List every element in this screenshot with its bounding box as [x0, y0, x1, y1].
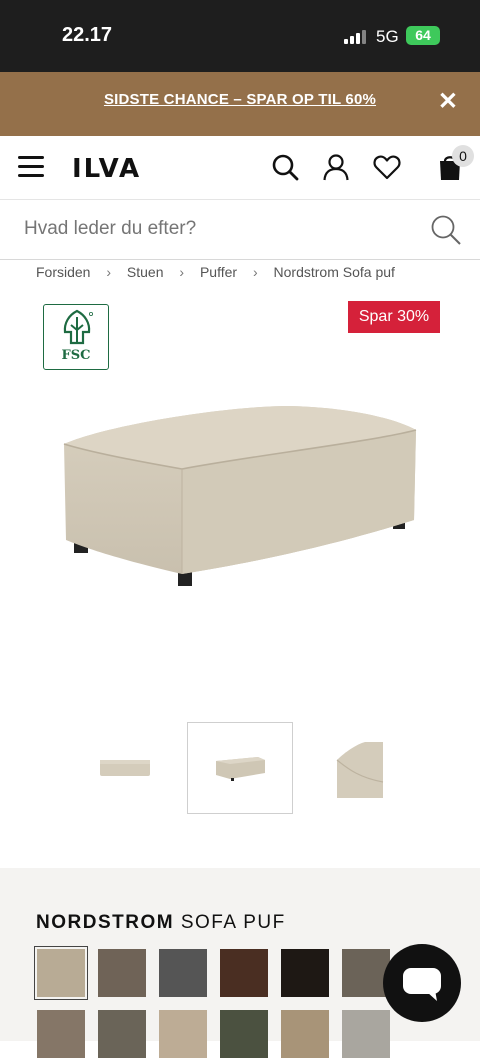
- heart-icon[interactable]: [372, 152, 402, 182]
- tree-icon: [63, 309, 94, 345]
- chevron-right-icon: ›: [106, 264, 112, 280]
- breadcrumb-item[interactable]: Puffer: [200, 264, 237, 280]
- fsc-logo: FSC: [43, 304, 109, 370]
- site-header: ILVA: [0, 136, 480, 200]
- color-swatch[interactable]: [98, 1010, 146, 1058]
- status-bar: 22.17 5G 64: [0, 0, 480, 72]
- thumbnail[interactable]: [72, 722, 178, 814]
- menu-icon[interactable]: [18, 156, 44, 178]
- breadcrumb-current: Nordstrom Sofa puf: [273, 264, 395, 280]
- promo-link[interactable]: SIDSTE CHANCE – SPAR OP TIL 60%: [0, 91, 480, 108]
- search-icon[interactable]: [270, 152, 300, 182]
- chat-button[interactable]: [383, 944, 461, 1022]
- promo-banner: SIDSTE CHANCE – SPAR OP TIL 60% ✕: [0, 72, 480, 136]
- thumbnail-active[interactable]: [187, 722, 293, 814]
- color-swatch[interactable]: [159, 1010, 207, 1058]
- close-icon[interactable]: ✕: [438, 90, 458, 114]
- color-swatch[interactable]: [98, 949, 146, 997]
- network-label: 5G: [376, 27, 399, 46]
- thumbnail[interactable]: [305, 722, 411, 814]
- discount-badge: Spar 30%: [348, 301, 440, 333]
- battery-icon: 64: [406, 26, 440, 45]
- product-name: SOFA PUF: [180, 912, 286, 933]
- status-time: 22.17: [62, 24, 113, 46]
- color-swatch[interactable]: [220, 1010, 268, 1058]
- chat-icon: [403, 968, 441, 1001]
- thumbnail-strip: [0, 722, 480, 816]
- product-title: NORDSTROM SOFA PUF: [36, 912, 286, 934]
- breadcrumb: Forsiden › Stuen › Puffer › Nordstrom So…: [36, 264, 395, 280]
- search-icon[interactable]: [430, 214, 462, 246]
- search-bar: [0, 200, 480, 260]
- color-swatch[interactable]: [37, 1010, 85, 1058]
- breadcrumb-item[interactable]: Forsiden: [36, 264, 90, 280]
- color-swatch[interactable]: [281, 1010, 329, 1058]
- color-swatch[interactable]: [37, 949, 85, 997]
- breadcrumb-item[interactable]: Stuen: [127, 264, 164, 280]
- fsc-label: FSC: [61, 348, 91, 363]
- search-input[interactable]: [24, 218, 404, 240]
- chevron-right-icon: ›: [179, 264, 185, 280]
- product-brand: NORDSTROM: [36, 912, 175, 933]
- product-image[interactable]: [50, 390, 430, 600]
- color-swatch[interactable]: [159, 949, 207, 997]
- color-swatch[interactable]: [281, 949, 329, 997]
- logo[interactable]: ILVA: [72, 154, 141, 184]
- signal-icon: [344, 30, 368, 44]
- chevron-right-icon: ›: [252, 264, 258, 280]
- cart-count-badge: 0: [452, 145, 474, 167]
- account-icon[interactable]: [321, 152, 351, 182]
- color-swatch[interactable]: [220, 949, 268, 997]
